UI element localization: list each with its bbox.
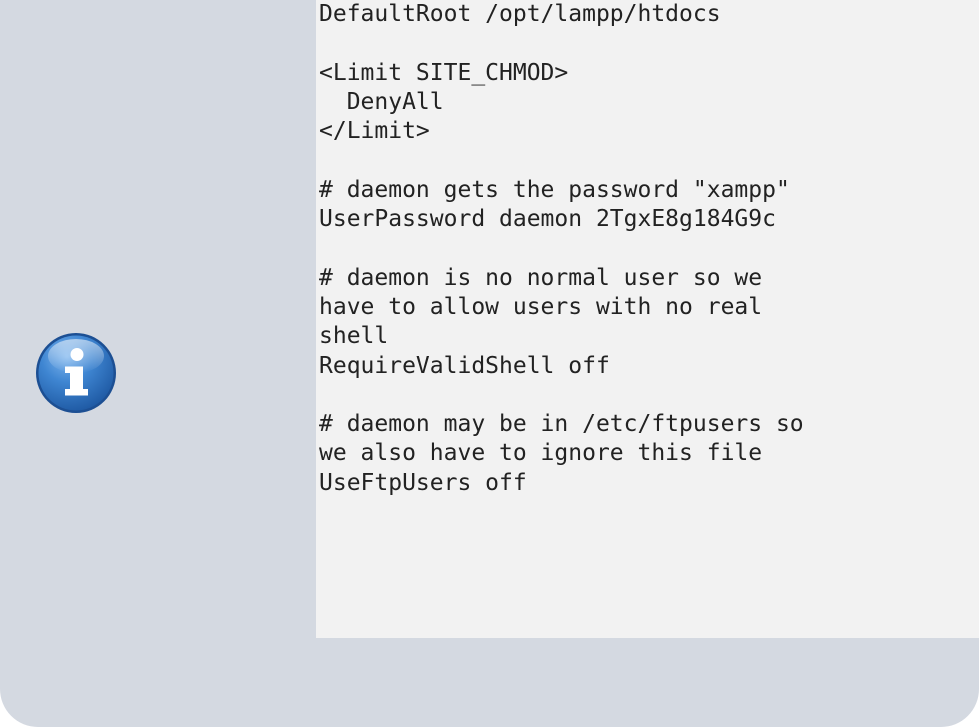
code-line: DefaultRoot /opt/lampp/htdocs — [319, 1, 721, 27]
info-icon — [36, 333, 116, 413]
code-line: # daemon may be in /etc/ftpusers so — [319, 411, 804, 438]
code-line: <Limit SITE_CHMOD> — [319, 59, 569, 86]
code-line: # daemon is no normal user so we — [319, 264, 763, 291]
code-line: </Limit> — [319, 118, 430, 145]
info-note-panel: DefaultRoot /opt/lampp/htdocs <Limit SITE… — [0, 0, 979, 727]
code-block[interactable]: DefaultRoot /opt/lampp/htdocs <Limit SITE… — [316, 0, 979, 638]
code-line: RequireValidShell off — [319, 352, 610, 379]
code-line: shell — [319, 323, 389, 350]
code-line: # daemon gets the password "xampp" — [319, 176, 790, 203]
code-line: we also have to ignore this file — [319, 440, 763, 467]
code-line: UseFtpUsers off — [319, 469, 527, 496]
code-text[interactable]: DefaultRoot /opt/lampp/htdocs <Limit SITE… — [319, 0, 969, 498]
code-line: UserPassword daemon 2TgxE8g184G9c — [319, 206, 776, 233]
code-line: DenyAll — [319, 88, 444, 115]
code-line: have to allow users with no real — [319, 293, 763, 320]
